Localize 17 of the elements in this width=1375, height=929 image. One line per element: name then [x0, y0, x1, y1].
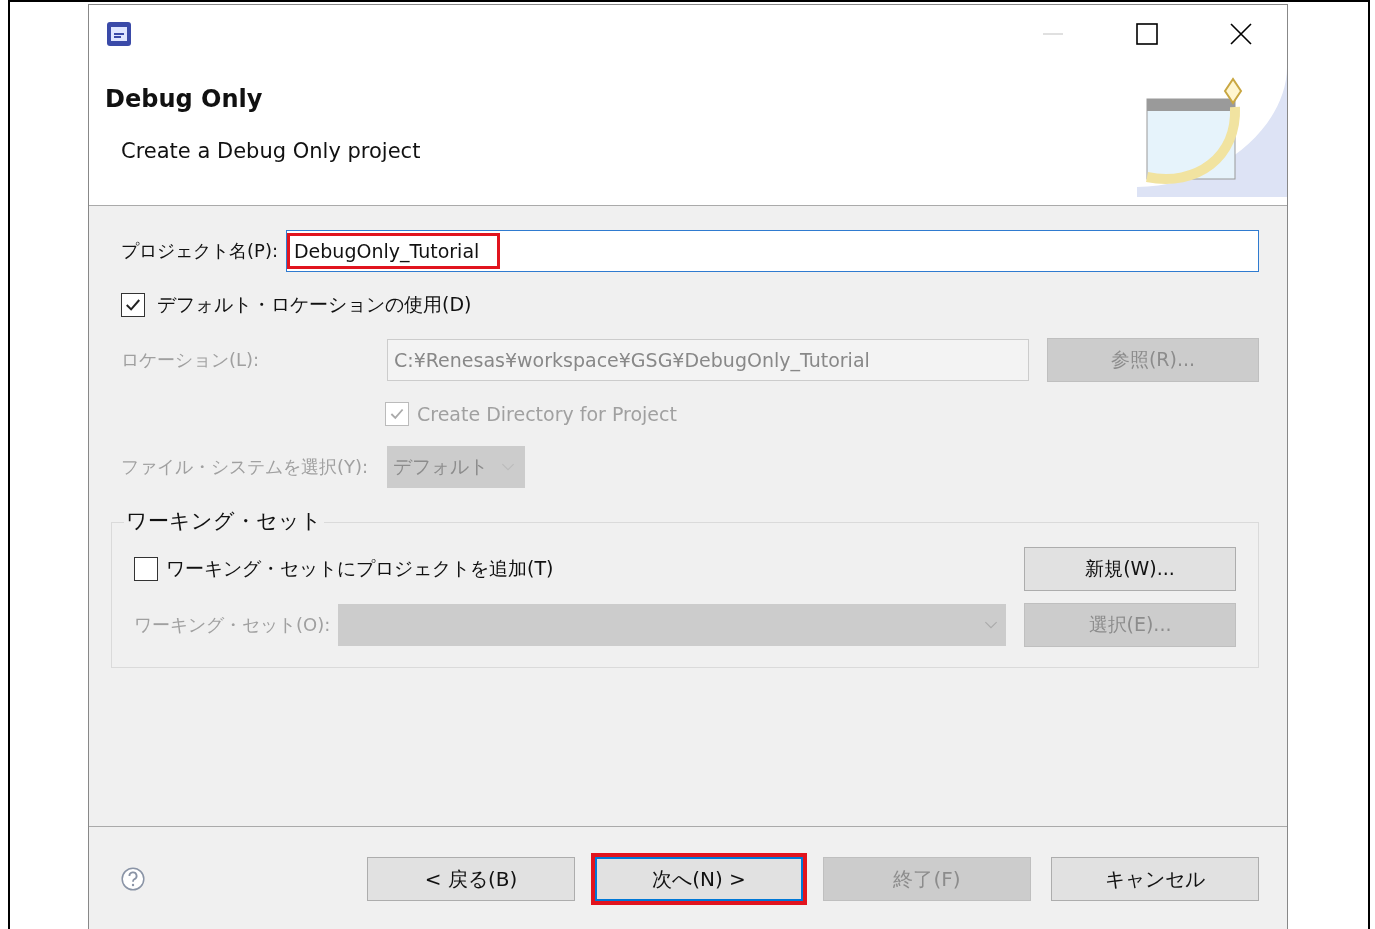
wizard-button[interactable]: キャンセル	[1051, 857, 1259, 901]
wizard-button[interactable]: 次へ(N) >	[595, 857, 803, 901]
maximize-icon[interactable]	[1135, 22, 1159, 46]
working-set-label: ワーキング・セット(O):	[134, 613, 331, 637]
project-name-label: プロジェクト名(P):	[121, 239, 278, 263]
dialog-subtitle: Create a Debug Only project	[121, 139, 421, 163]
file-system-label: ファイル・システムを選択(Y):	[121, 455, 370, 479]
close-icon[interactable]	[1229, 22, 1253, 46]
checkbox-label: デフォルト・ロケーションの使用(D)	[157, 292, 472, 317]
checkbox-label: ワーキング・セットにプロジェクトを追加(T)	[166, 556, 555, 581]
project-name-field[interactable]: DebugOnly_Tutorial	[285, 230, 1259, 272]
location-label: ロケーション(L):	[121, 348, 261, 372]
checkbox[interactable]	[121, 293, 145, 317]
checkbox-label: Create Directory for Project	[417, 403, 677, 425]
wizard-button[interactable]: < 戻る(B)	[367, 857, 575, 901]
dialog-title: Debug Only	[105, 85, 264, 113]
chevron-down-icon	[984, 620, 998, 630]
